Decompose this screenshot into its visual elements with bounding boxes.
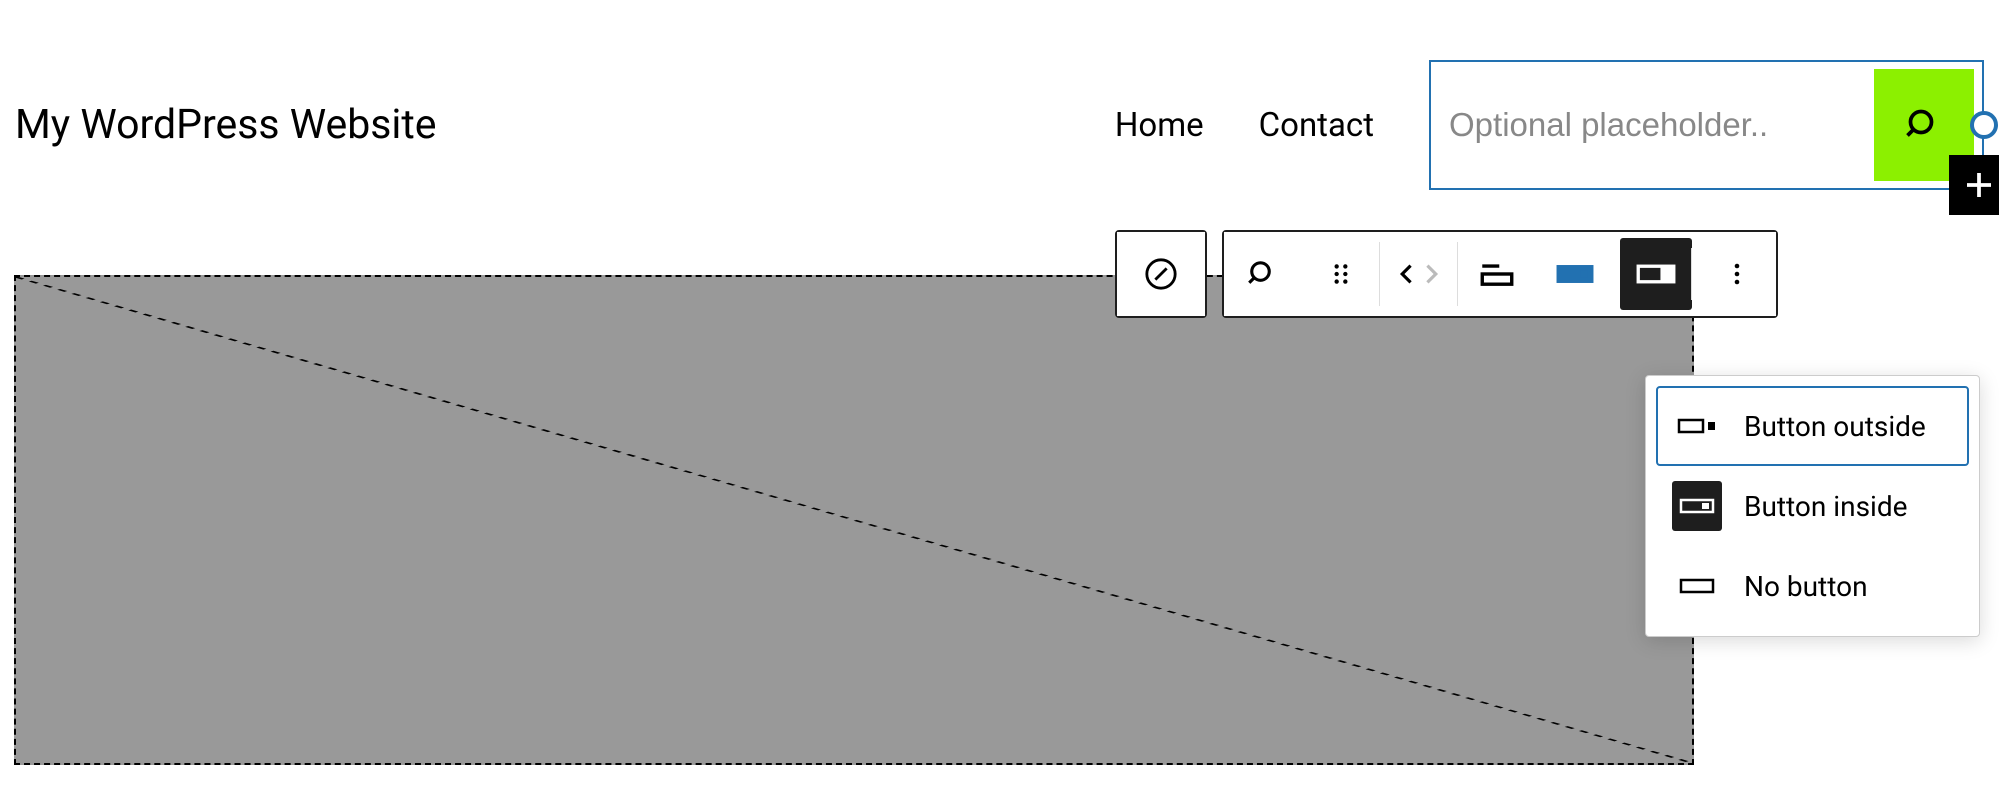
button-inside-icon xyxy=(1677,494,1717,518)
resize-handle[interactable] xyxy=(1970,111,1998,139)
chevrons-icon xyxy=(1398,259,1440,289)
button-style-button[interactable] xyxy=(1536,232,1614,316)
toolbar-group-explore xyxy=(1115,230,1207,318)
layout-inside-icon xyxy=(1636,261,1676,287)
search-block[interactable] xyxy=(1429,60,1984,190)
layout-top-icon xyxy=(1480,259,1514,289)
add-block-button[interactable] xyxy=(1949,155,1999,215)
dropdown-option-label: Button outside xyxy=(1744,410,1926,443)
label-position-button[interactable] xyxy=(1458,232,1536,316)
nav-link-home[interactable]: Home xyxy=(1115,106,1204,145)
search-input[interactable] xyxy=(1449,106,1874,144)
no-button-icon xyxy=(1677,574,1717,598)
dropdown-option-button-inside[interactable]: Button inside xyxy=(1656,466,1969,546)
select-search-block-button[interactable] xyxy=(1224,232,1302,316)
nav-link-contact[interactable]: Contact xyxy=(1259,106,1374,145)
image-placeholder-block[interactable] xyxy=(14,275,1694,765)
toolbar-group-main xyxy=(1222,230,1778,318)
block-toolbar xyxy=(1115,230,1778,318)
site-header: My WordPress Website Home Contact xyxy=(0,0,1999,190)
dropdown-option-button-outside[interactable]: Button outside xyxy=(1656,386,1969,466)
search-icon xyxy=(1906,107,1942,143)
plus-icon xyxy=(1961,167,1997,203)
dropdown-option-label: No button xyxy=(1744,570,1868,603)
search-icon xyxy=(1248,259,1278,289)
drag-handle-icon xyxy=(1328,261,1354,287)
explore-button[interactable] xyxy=(1117,232,1205,316)
button-layout-button[interactable] xyxy=(1620,238,1692,310)
button-layout-dropdown: Button outside Button inside No button xyxy=(1645,375,1980,637)
button-outside-icon xyxy=(1677,414,1717,438)
dropdown-option-no-button[interactable]: No button xyxy=(1656,546,1969,626)
more-vertical-icon xyxy=(1725,259,1749,289)
layout-button-icon xyxy=(1556,262,1594,286)
more-options-button[interactable] xyxy=(1698,232,1776,316)
primary-nav: Home Contact xyxy=(1115,60,1984,190)
move-block-button[interactable] xyxy=(1380,232,1458,316)
dropdown-option-label: Button inside xyxy=(1744,490,1907,523)
site-title[interactable]: My WordPress Website xyxy=(15,101,437,149)
drag-handle-button[interactable] xyxy=(1302,232,1380,316)
compass-icon xyxy=(1144,257,1178,291)
